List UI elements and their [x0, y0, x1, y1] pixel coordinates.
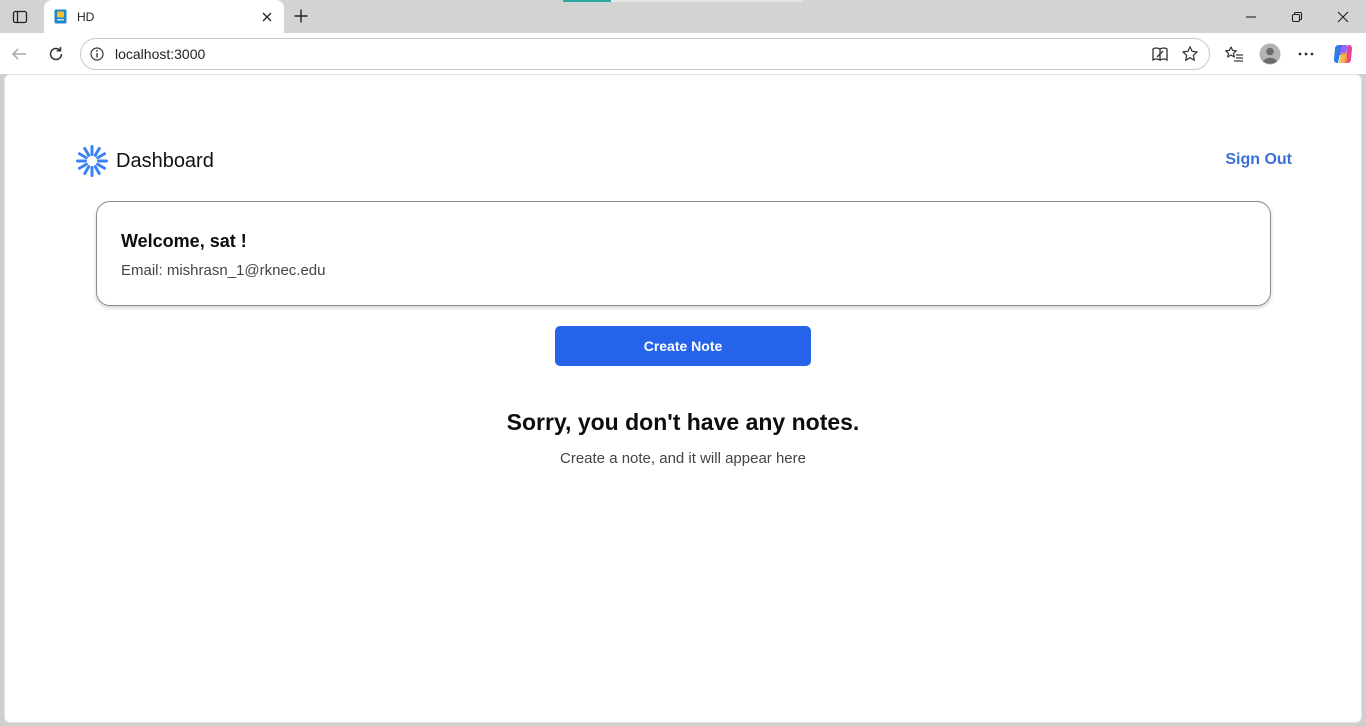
tab-actions-icon[interactable]: [6, 4, 34, 30]
empty-state-subtitle: Create a note, and it will appear here: [560, 450, 806, 467]
page-viewport: Dashboard Sign Out Welcome, sat ! Email:…: [4, 74, 1362, 723]
sign-out-link[interactable]: Sign Out: [1225, 151, 1292, 169]
page-title: Dashboard: [116, 149, 214, 172]
tab-title: HD: [77, 9, 95, 24]
back-arrow-icon[interactable]: [4, 39, 34, 69]
star-icon[interactable]: [1175, 39, 1205, 69]
reload-icon[interactable]: [41, 39, 71, 69]
app-header: Dashboard Sign Out: [76, 145, 1292, 177]
notebook-icon: [53, 9, 67, 25]
minimize-icon[interactable]: [1228, 0, 1274, 33]
profile-avatar-icon[interactable]: [1255, 39, 1285, 69]
copilot-icon[interactable]: [1328, 39, 1358, 69]
welcome-card: Welcome, sat ! Email: mishrasn_1@rknec.e…: [96, 201, 1271, 306]
browser-tab[interactable]: HD: [44, 0, 284, 33]
empty-state-title: Sorry, you don't have any notes.: [506, 409, 860, 435]
user-email: Email: mishrasn_1@rknec.edu: [121, 262, 326, 279]
restore-icon[interactable]: [1274, 0, 1320, 33]
create-note-button[interactable]: Create Note: [555, 326, 811, 366]
spark-icon: [76, 145, 108, 177]
welcome-heading: Welcome, sat !: [121, 231, 247, 251]
url-text[interactable]: localhost:3000: [115, 46, 1145, 62]
browser-toolbar: localhost:3000: [0, 33, 1366, 74]
immersive-reader-icon[interactable]: [1145, 39, 1175, 69]
loading-indicator: [563, 0, 803, 2]
favorites-list-icon[interactable]: [1219, 39, 1249, 69]
close-icon[interactable]: [254, 4, 280, 30]
address-bar[interactable]: localhost:3000: [80, 38, 1210, 70]
browser-tab-strip: HD: [0, 0, 1366, 33]
close-window-icon[interactable]: [1320, 0, 1366, 33]
info-icon[interactable]: [89, 46, 105, 62]
more-options-icon[interactable]: [1291, 39, 1321, 69]
brand: Dashboard: [76, 145, 214, 177]
plus-icon[interactable]: [287, 3, 315, 29]
